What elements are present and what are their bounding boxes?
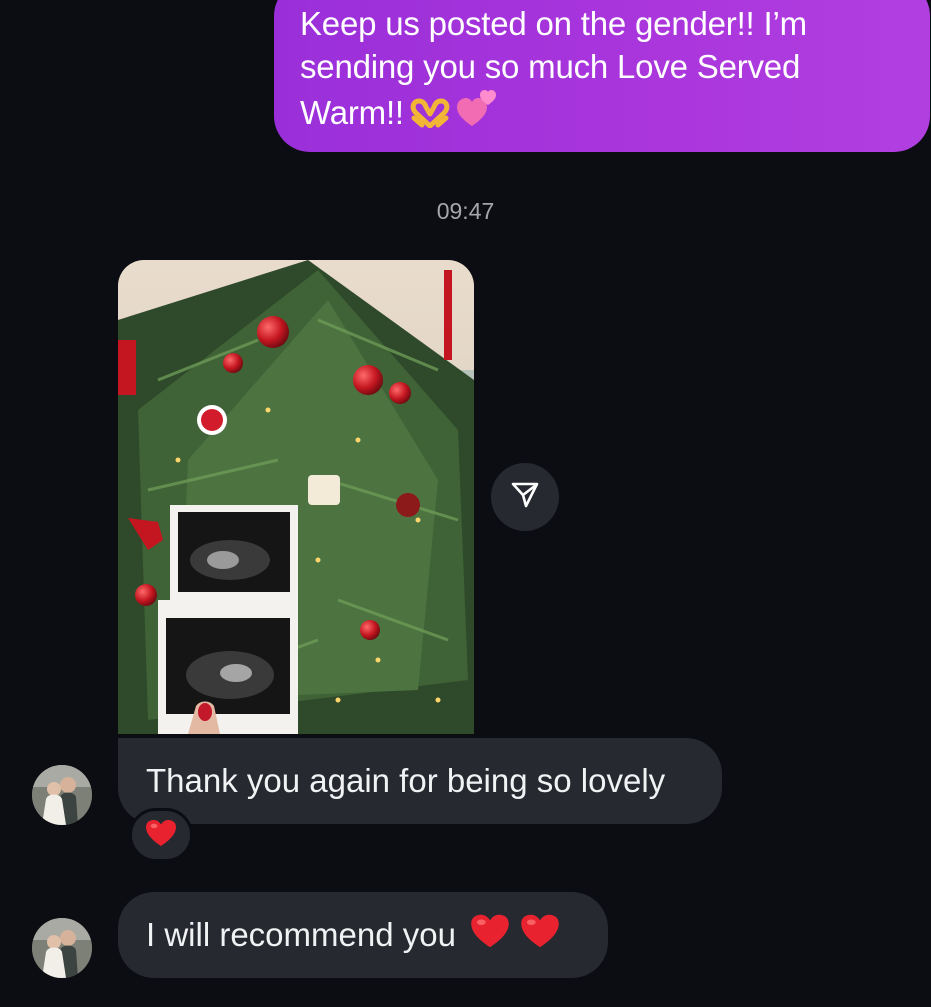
heart-hands-emoji-icon xyxy=(410,95,450,138)
received-message-bubble[interactable]: I will recommend you xyxy=(118,892,608,978)
received-message-bubble[interactable]: Thank you again for being so lovely xyxy=(118,738,722,824)
shared-photo-image-icon xyxy=(118,260,474,734)
sent-message-line-3-text: Warm!! xyxy=(300,94,404,131)
two-hearts-emoji-icon xyxy=(456,88,498,138)
avatar-photo-icon xyxy=(32,765,92,825)
message-reaction[interactable] xyxy=(129,808,193,862)
red-heart-emoji-icon xyxy=(520,913,560,957)
chat-screen: Keep us posted on the gender!! I’m sendi… xyxy=(0,0,931,1007)
shared-photo[interactable] xyxy=(118,260,474,734)
sent-message-line-1: Keep us posted on the gender!! I’m xyxy=(300,5,807,42)
received-message-text: I will recommend you xyxy=(146,916,456,953)
contact-avatar[interactable] xyxy=(32,918,92,978)
red-heart-emoji-icon xyxy=(145,819,177,852)
share-button[interactable] xyxy=(491,463,559,531)
send-icon xyxy=(510,480,540,515)
sent-message-text: Keep us posted on the gender!! I’m sendi… xyxy=(300,2,910,138)
sent-message-bubble[interactable]: Keep us posted on the gender!! I’m sendi… xyxy=(274,0,930,152)
avatar-photo-icon xyxy=(32,918,92,978)
message-timestamp: 09:47 xyxy=(436,198,495,224)
red-heart-emoji-icon xyxy=(470,913,510,957)
contact-avatar[interactable] xyxy=(32,765,92,825)
received-message-text: Thank you again for being so lovely xyxy=(146,762,666,799)
sent-message-line-2: sending you so much Love Served xyxy=(300,48,801,85)
sent-message-line-3: Warm!! xyxy=(300,88,910,138)
